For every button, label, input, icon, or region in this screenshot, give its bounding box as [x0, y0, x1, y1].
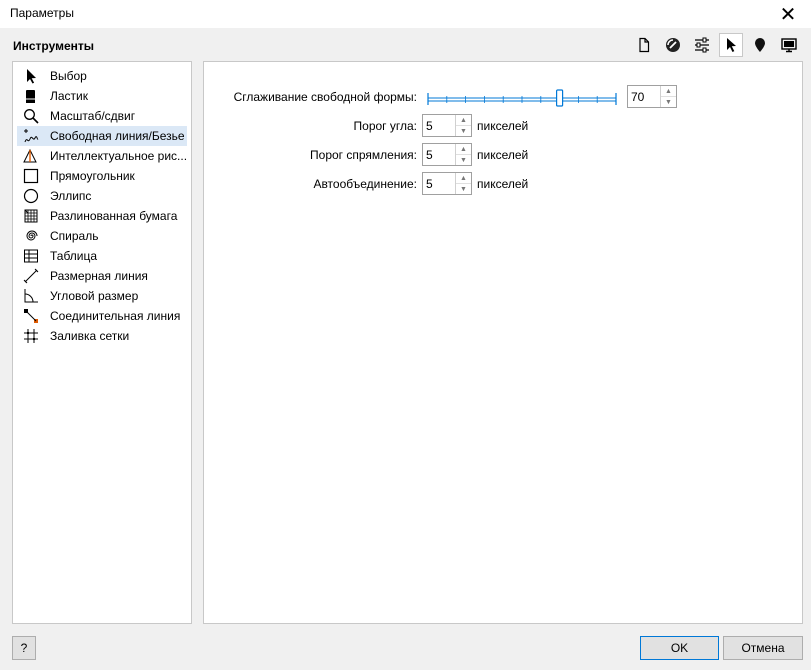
- tool-item-table[interactable]: Таблица: [13, 246, 191, 266]
- tool-item-freehand[interactable]: Свободная линия/Безье: [17, 126, 187, 146]
- tool-item-label: Интеллектуальное рис...: [50, 149, 188, 163]
- color-management-button[interactable]: [661, 33, 685, 57]
- corner-threshold-value[interactable]: 5: [423, 115, 455, 136]
- tool-item-label: Спираль: [50, 229, 99, 243]
- customization-icon: [695, 37, 709, 53]
- connector-icon: [22, 307, 40, 325]
- tool-item-dimension-line[interactable]: Размерная линия: [13, 266, 191, 286]
- tool-item-label: Заливка сетки: [50, 329, 130, 343]
- category-toolbar: [632, 33, 801, 57]
- tool-item-label: Таблица: [50, 249, 98, 263]
- pick-arrow-icon: [22, 67, 40, 85]
- color-management-icon: [666, 38, 680, 52]
- zoom-icon: [22, 107, 40, 125]
- tool-item-label: Разлинованная бумага: [50, 209, 178, 223]
- tools-button[interactable]: [719, 33, 743, 57]
- tool-item-label: Соединительная линия: [50, 309, 181, 323]
- straight-threshold-label: Порог спрямления:: [310, 148, 417, 162]
- title-bar: Параметры ✕: [0, 0, 811, 28]
- tool-item-label: Ластик: [50, 89, 88, 103]
- tool-item-zoom[interactable]: Масштаб/сдвиг: [13, 106, 191, 126]
- slider-thumb[interactable]: [556, 89, 564, 107]
- tool-item-smart-drawing[interactable]: Интеллектуальное рис...: [13, 146, 191, 166]
- cancel-button[interactable]: Отмена: [723, 636, 803, 660]
- spin-up-icon[interactable]: ▲: [456, 173, 471, 183]
- spiral-icon: [22, 227, 40, 245]
- tool-item-spiral[interactable]: Спираль: [13, 226, 191, 246]
- tool-item-ellipse[interactable]: Эллипс: [13, 186, 191, 206]
- smoothing-label: Сглаживание свободной формы:: [233, 90, 417, 104]
- tool-item-connector[interactable]: Соединительная линия: [13, 306, 191, 326]
- tools-list: Выбор Ластик Масштаб/сдвиг Свободная линия/…: [13, 62, 191, 346]
- rectangle-icon: [22, 167, 40, 185]
- autojoin-spinbox[interactable]: 5 ▲ ▼: [422, 172, 472, 195]
- straight-threshold-value[interactable]: 5: [423, 144, 455, 165]
- autojoin-label: Автообъединение:: [313, 177, 417, 191]
- autojoin-value[interactable]: 5: [423, 173, 455, 194]
- tool-item-mesh-fill[interactable]: Заливка сетки: [13, 326, 191, 346]
- display-button[interactable]: [777, 33, 801, 57]
- angular-dimension-icon: [22, 287, 40, 305]
- ok-button[interactable]: OK: [640, 636, 719, 660]
- spin-down-icon[interactable]: ▼: [661, 96, 676, 107]
- tool-item-label: Прямоугольник: [50, 169, 135, 183]
- straight-threshold-spinbox[interactable]: 5 ▲ ▼: [422, 143, 472, 166]
- smoothing-slider[interactable]: [426, 88, 618, 108]
- tool-item-graph-paper[interactable]: Разлинованная бумага: [13, 206, 191, 226]
- smoothing-value[interactable]: 70: [628, 86, 660, 107]
- tool-item-label: Масштаб/сдвиг: [50, 109, 136, 123]
- autojoin-unit: пикселей: [477, 177, 529, 191]
- tool-item-pick-arrow[interactable]: Выбор: [13, 66, 191, 86]
- display-icon: [781, 38, 797, 53]
- smart-drawing-icon: [22, 147, 40, 165]
- close-icon: ✕: [779, 3, 797, 26]
- window-title: Параметры: [10, 6, 74, 20]
- spin-up-icon[interactable]: ▲: [661, 86, 676, 96]
- dimension-line-icon: [22, 267, 40, 285]
- freehand-icon: [22, 127, 40, 145]
- tool-item-rectangle[interactable]: Прямоугольник: [13, 166, 191, 186]
- table-icon: [22, 247, 40, 265]
- corner-threshold-spinbox[interactable]: 5 ▲ ▼: [422, 114, 472, 137]
- smoothing-spinbox[interactable]: 70 ▲ ▼: [627, 85, 677, 108]
- eraser-icon: [22, 87, 40, 105]
- tool-item-angular-dimension[interactable]: Угловой размер: [13, 286, 191, 306]
- tool-item-label: Выбор: [50, 69, 87, 83]
- tool-item-label: Свободная линия/Безье: [50, 129, 185, 143]
- mesh-fill-icon: [22, 327, 40, 345]
- spin-down-icon[interactable]: ▼: [456, 154, 471, 165]
- spin-down-icon[interactable]: ▼: [456, 183, 471, 194]
- corner-threshold-unit: пикселей: [477, 119, 529, 133]
- document-icon: [639, 37, 650, 53]
- close-button[interactable]: ✕: [765, 0, 811, 28]
- spin-up-icon[interactable]: ▲: [456, 144, 471, 154]
- help-button[interactable]: ?: [12, 636, 36, 660]
- spin-up-icon[interactable]: ▲: [456, 115, 471, 125]
- tool-item-label: Размерная линия: [50, 269, 148, 283]
- document-button[interactable]: [632, 33, 656, 57]
- section-title: Инструменты: [13, 39, 95, 53]
- global-pin-icon: [755, 38, 765, 52]
- global-button[interactable]: [748, 33, 772, 57]
- spin-down-icon[interactable]: ▼: [456, 125, 471, 136]
- customization-button[interactable]: [690, 33, 714, 57]
- tools-tree: Выбор Ластик Масштаб/сдвиг Свободная линия/…: [12, 61, 192, 624]
- graph-paper-icon: [22, 207, 40, 225]
- settings-panel: Сглаживание свободной формы: 70 ▲ ▼ Порог…: [203, 61, 803, 624]
- tool-item-label: Эллипс: [50, 189, 92, 203]
- tools-pointer-icon: [727, 38, 736, 52]
- tool-item-eraser[interactable]: Ластик: [13, 86, 191, 106]
- straight-threshold-unit: пикселей: [477, 148, 529, 162]
- ellipse-icon: [22, 187, 40, 205]
- corner-threshold-label: Порог угла:: [353, 119, 417, 133]
- tool-item-label: Угловой размер: [50, 289, 139, 303]
